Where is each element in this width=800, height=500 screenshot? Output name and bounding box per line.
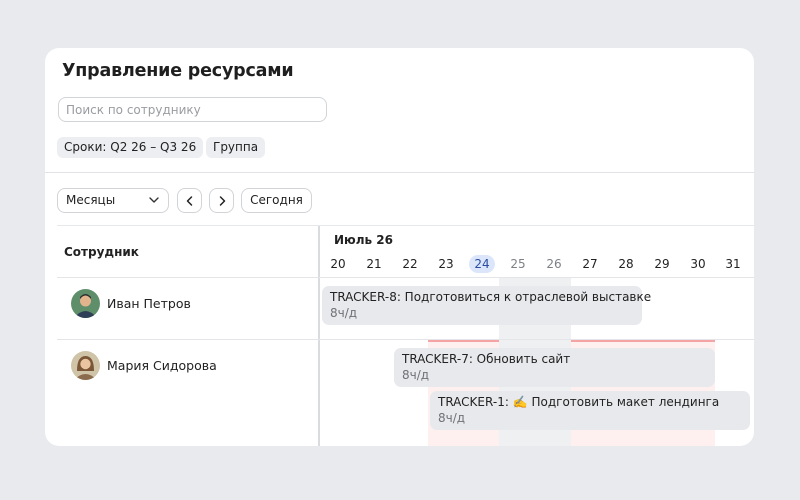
task-title: TRACKER-7: Обновить сайт bbox=[402, 352, 571, 366]
employee-name: Мария Сидорова bbox=[107, 358, 217, 373]
day-label: 27 bbox=[582, 257, 598, 271]
day-label: 23 bbox=[438, 257, 454, 271]
period-filter-chip[interactable]: Сроки: Q2 26 – Q3 26 bbox=[57, 137, 204, 158]
employee-search-input[interactable] bbox=[58, 97, 327, 122]
day-label: 30 bbox=[690, 257, 706, 271]
task-bar[interactable]: TRACKER-1: ✍️ Подготовить макет лендинга… bbox=[430, 391, 750, 430]
chevron-left-icon bbox=[186, 196, 193, 206]
task-title: TRACKER-1: ✍️ Подготовить макет лендинга bbox=[438, 394, 742, 410]
previous-period-button[interactable] bbox=[177, 188, 202, 213]
day-label-weekend: 26 bbox=[546, 257, 562, 271]
resource-management-panel: Управление ресурсами Сроки: Q2 26 – Q3 2… bbox=[45, 48, 754, 446]
timescale-value: Месяцы bbox=[66, 193, 116, 207]
header-row-divider bbox=[57, 277, 754, 278]
avatar[interactable] bbox=[71, 351, 100, 380]
day-label: 31 bbox=[725, 257, 741, 271]
page-title: Управление ресурсами bbox=[62, 61, 294, 81]
day-label: 21 bbox=[366, 257, 382, 271]
writing-hand-icon: ✍️ bbox=[512, 395, 528, 409]
column-divider bbox=[318, 226, 320, 446]
avatar[interactable] bbox=[71, 289, 100, 318]
day-label-weekend: 25 bbox=[510, 257, 526, 271]
task-hours: 8ч/д bbox=[330, 306, 358, 320]
chevron-right-icon bbox=[219, 196, 226, 206]
task-bar[interactable]: TRACKER-7: Обновить сайт 8ч/д bbox=[394, 348, 715, 387]
person-avatar-icon bbox=[71, 351, 100, 380]
row-divider bbox=[57, 339, 754, 340]
table-top-border bbox=[57, 225, 754, 226]
day-label: 28 bbox=[618, 257, 634, 271]
task-bar[interactable]: TRACKER-8: Подготовиться к отраслевой вы… bbox=[322, 286, 652, 325]
employee-name: Иван Петров bbox=[107, 296, 191, 311]
next-period-button[interactable] bbox=[209, 188, 234, 213]
task-hours: 8ч/д bbox=[402, 368, 430, 382]
group-filter-chip[interactable]: Группа bbox=[206, 137, 266, 158]
chevron-down-icon bbox=[149, 197, 159, 203]
task-summary: Подготовить макет лендинга bbox=[531, 395, 720, 409]
task-hours: 8ч/д bbox=[438, 411, 466, 425]
day-label-today: 24 bbox=[474, 257, 490, 271]
task-key: TRACKER-1: bbox=[438, 395, 509, 409]
day-label: 29 bbox=[654, 257, 670, 271]
day-label: 22 bbox=[402, 257, 418, 271]
employee-column-header: Сотрудник bbox=[64, 245, 139, 259]
month-label: Июль 26 bbox=[334, 233, 393, 247]
person-avatar-icon bbox=[71, 289, 100, 318]
section-divider bbox=[45, 172, 754, 173]
task-title: TRACKER-8: Подготовиться к отраслевой вы… bbox=[330, 290, 652, 304]
today-button[interactable]: Сегодня bbox=[241, 188, 312, 213]
day-label: 20 bbox=[330, 257, 346, 271]
timescale-select[interactable]: Месяцы bbox=[57, 188, 169, 213]
